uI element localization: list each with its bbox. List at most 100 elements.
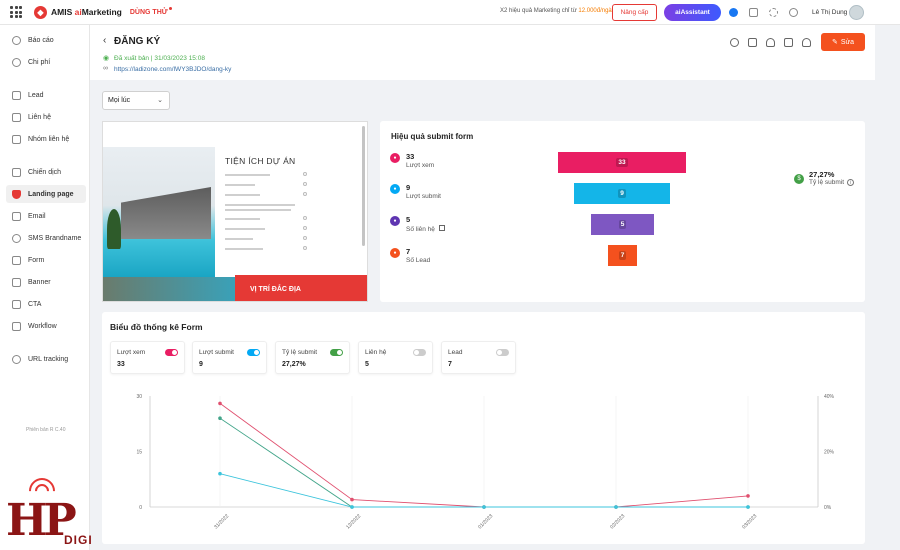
toggle-contacts[interactable] <box>413 349 426 356</box>
sidebar-item-contact-groups[interactable]: Nhóm liên hệ <box>6 130 86 148</box>
toggle-views[interactable] <box>165 349 178 356</box>
edit-button-label: Sửa <box>840 38 855 46</box>
user-name[interactable]: Lê Thị Dung <box>812 9 847 16</box>
edit-button[interactable]: ✎ Sửa <box>821 33 865 51</box>
sidebar-item-contacts[interactable]: Liên hệ <box>6 108 86 126</box>
sidebar-item-sms[interactable]: SMS Brandname <box>6 229 86 247</box>
y-tick-label-left: 15 <box>136 450 142 456</box>
app-logo[interactable]: ◆ AMIS aiMarketing <box>34 5 122 19</box>
top-bar: ◆ AMIS aiMarketing DÙNG THỬ X2 hiệu quả … <box>0 0 900 25</box>
sidebar-item-campaigns[interactable]: Chiến dịch <box>6 163 86 181</box>
preview-scrollbar[interactable] <box>362 126 365 246</box>
sidebar-item-label: Chi phí <box>28 58 51 66</box>
toggle-submits[interactable] <box>247 349 260 356</box>
preview-bullet <box>303 172 307 176</box>
sidebar-item-label: Workflow <box>28 322 57 330</box>
data-point <box>350 505 354 509</box>
data-point <box>746 494 750 498</box>
sidebar-item-label: SMS Brandname <box>28 234 82 242</box>
metric-submits: ● 9 Lượt submit <box>390 183 441 200</box>
sidebar-item-form[interactable]: Form <box>6 251 86 269</box>
pool-house-image <box>103 147 215 277</box>
trial-badge[interactable]: DÙNG THỬ <box>130 6 172 16</box>
info-icon[interactable]: i <box>847 179 854 186</box>
y-tick-label-left: 0 <box>139 505 142 511</box>
back-arrow-icon[interactable]: ‹ <box>103 35 106 46</box>
sidebar-item-workflow[interactable]: Workflow <box>6 317 86 335</box>
cloud-off-icon[interactable] <box>802 38 811 47</box>
form-stats-line-chart: 31/2022 12/2022 01/2023 02/2023 03/2023 0 15 30… <box>136 394 834 530</box>
page-title: ĐĂNG KÝ <box>114 36 161 47</box>
avatar[interactable] <box>849 5 864 20</box>
app-grid-icon[interactable] <box>10 5 24 19</box>
coin-icon <box>12 57 21 67</box>
funnel-bar-submits: 9 <box>574 183 670 204</box>
pool-image <box>103 277 235 301</box>
toggle-leads[interactable] <box>496 349 509 356</box>
logo-mark-icon: ◆ <box>34 5 47 19</box>
y-tick-label-right: 0% <box>824 505 832 511</box>
preview-text-line <box>225 174 270 176</box>
metric-value: 9 <box>406 183 411 192</box>
chart-title: Biểu đồ thống kê Form <box>110 322 203 332</box>
library-icon[interactable] <box>749 8 758 17</box>
data-point <box>218 416 222 420</box>
sidebar-item-cta[interactable]: CTA <box>6 295 86 313</box>
stat-label: Lượt xem <box>117 349 146 356</box>
gear-icon[interactable] <box>769 8 778 17</box>
y-tick-label-left: 30 <box>136 394 142 400</box>
contact-icon <box>12 112 21 122</box>
preview-banner: VỊ TRÍ ĐẮC ĐỊA <box>235 275 367 301</box>
help-icon[interactable] <box>789 8 798 17</box>
link-icon <box>12 354 21 364</box>
sidebar-item-landing-page[interactable]: Landing page <box>6 185 86 203</box>
submit-performance-card: Hiệu quả submit form ● 33 Lượt xem ● 9 Lượ… <box>380 121 865 302</box>
stat-label: Lead <box>448 349 463 356</box>
watermark-logo: HP <box>6 495 77 546</box>
metric-contacts: ● 5 Số liên hệ <box>390 215 445 233</box>
sidebar-item-costs[interactable]: Chi phí <box>6 53 86 71</box>
banner-icon <box>12 277 21 287</box>
x-tick-label: 01/2023 <box>477 513 494 530</box>
sidebar-item-url-tracking[interactable]: URL tracking <box>6 350 86 368</box>
preview-bullet <box>303 226 307 230</box>
chevron-down-icon: ⌄ <box>157 97 163 104</box>
upgrade-button[interactable]: Nâng cấp <box>612 4 657 21</box>
trash-icon[interactable] <box>784 38 793 47</box>
preview-text-line <box>225 238 253 240</box>
external-link-icon[interactable] <box>438 225 445 231</box>
sidebar-item-lead[interactable]: Lead <box>6 86 86 104</box>
facebook-icon[interactable] <box>729 8 738 17</box>
page-url-link[interactable]: https://ladizone.com/lWY3BJDO/dang-ky <box>114 66 231 73</box>
preview-eye-icon[interactable] <box>730 38 739 47</box>
stat-leads: Lead 7 <box>441 341 516 374</box>
data-point <box>218 401 222 406</box>
sidebar-item-email[interactable]: Email <box>6 207 86 225</box>
metric-value: 7 <box>406 247 411 256</box>
time-range-select[interactable]: Mọi lúc ⌄ <box>102 91 170 110</box>
preview-text-line <box>225 194 260 196</box>
cloud-upload-icon[interactable] <box>766 38 775 47</box>
preview-heading: TIỆN ÍCH DỰ ÁN <box>225 156 296 166</box>
sidebar-item-label: URL tracking <box>28 355 69 363</box>
preview-text-line <box>225 218 260 220</box>
stat-value: 5 <box>365 361 369 368</box>
copy-icon[interactable] <box>748 38 757 47</box>
landing-page-preview[interactable]: TIỆN ÍCH DỰ ÁN VỊ TRÍ ĐẮC ĐỊA <box>102 121 368 302</box>
data-point <box>746 505 750 509</box>
sidebar-item-label: Email <box>28 212 46 220</box>
submit-rate-value: 27,27% <box>809 170 835 179</box>
submit-rate-label: Tỷ lệ submit <box>809 179 845 186</box>
data-point <box>614 505 618 509</box>
stat-views: Lượt xem 33 <box>110 341 185 374</box>
sidebar-item-reports[interactable]: Báo cáo <box>6 31 86 49</box>
logo-text: AMIS aiMarketing <box>51 7 122 17</box>
ai-assistant-button[interactable]: aiAssistant <box>664 4 721 21</box>
group-icon <box>12 134 21 144</box>
x-tick-label: 03/2023 <box>741 513 758 530</box>
version-text: Phiên bản R C.40 <box>26 427 66 433</box>
lead-icon: ● <box>390 248 400 258</box>
sidebar-item-banner[interactable]: Banner <box>6 273 86 291</box>
toggle-submit-rate[interactable] <box>330 349 343 356</box>
preview-text-line <box>225 204 295 206</box>
